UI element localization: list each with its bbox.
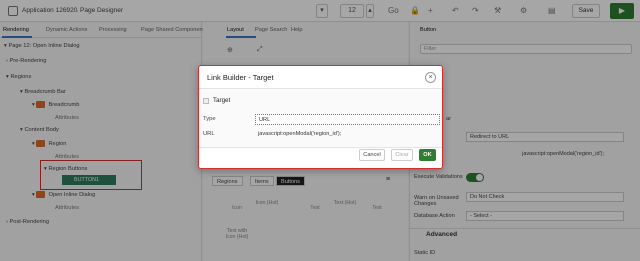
- collapse-icon[interactable]: [203, 98, 209, 104]
- ok-button[interactable]: OK: [419, 149, 436, 161]
- type-label: Type: [203, 116, 216, 122]
- cancel-button[interactable]: Cancel: [359, 149, 385, 161]
- url-input[interactable]: javascript:openModal('region_id');: [255, 129, 440, 140]
- url-label: URL: [203, 131, 215, 137]
- link-builder-dialog: Link Builder - Target × Target Type URL …: [198, 65, 443, 169]
- dialog-title: Link Builder - Target: [207, 73, 274, 82]
- clear-button[interactable]: Clear: [391, 149, 413, 161]
- target-section-label: Target: [213, 97, 231, 104]
- type-select[interactable]: URL: [255, 114, 440, 125]
- close-icon[interactable]: ×: [425, 72, 436, 83]
- dialog-body: Target Type URL URL javascript:openModal…: [199, 88, 442, 148]
